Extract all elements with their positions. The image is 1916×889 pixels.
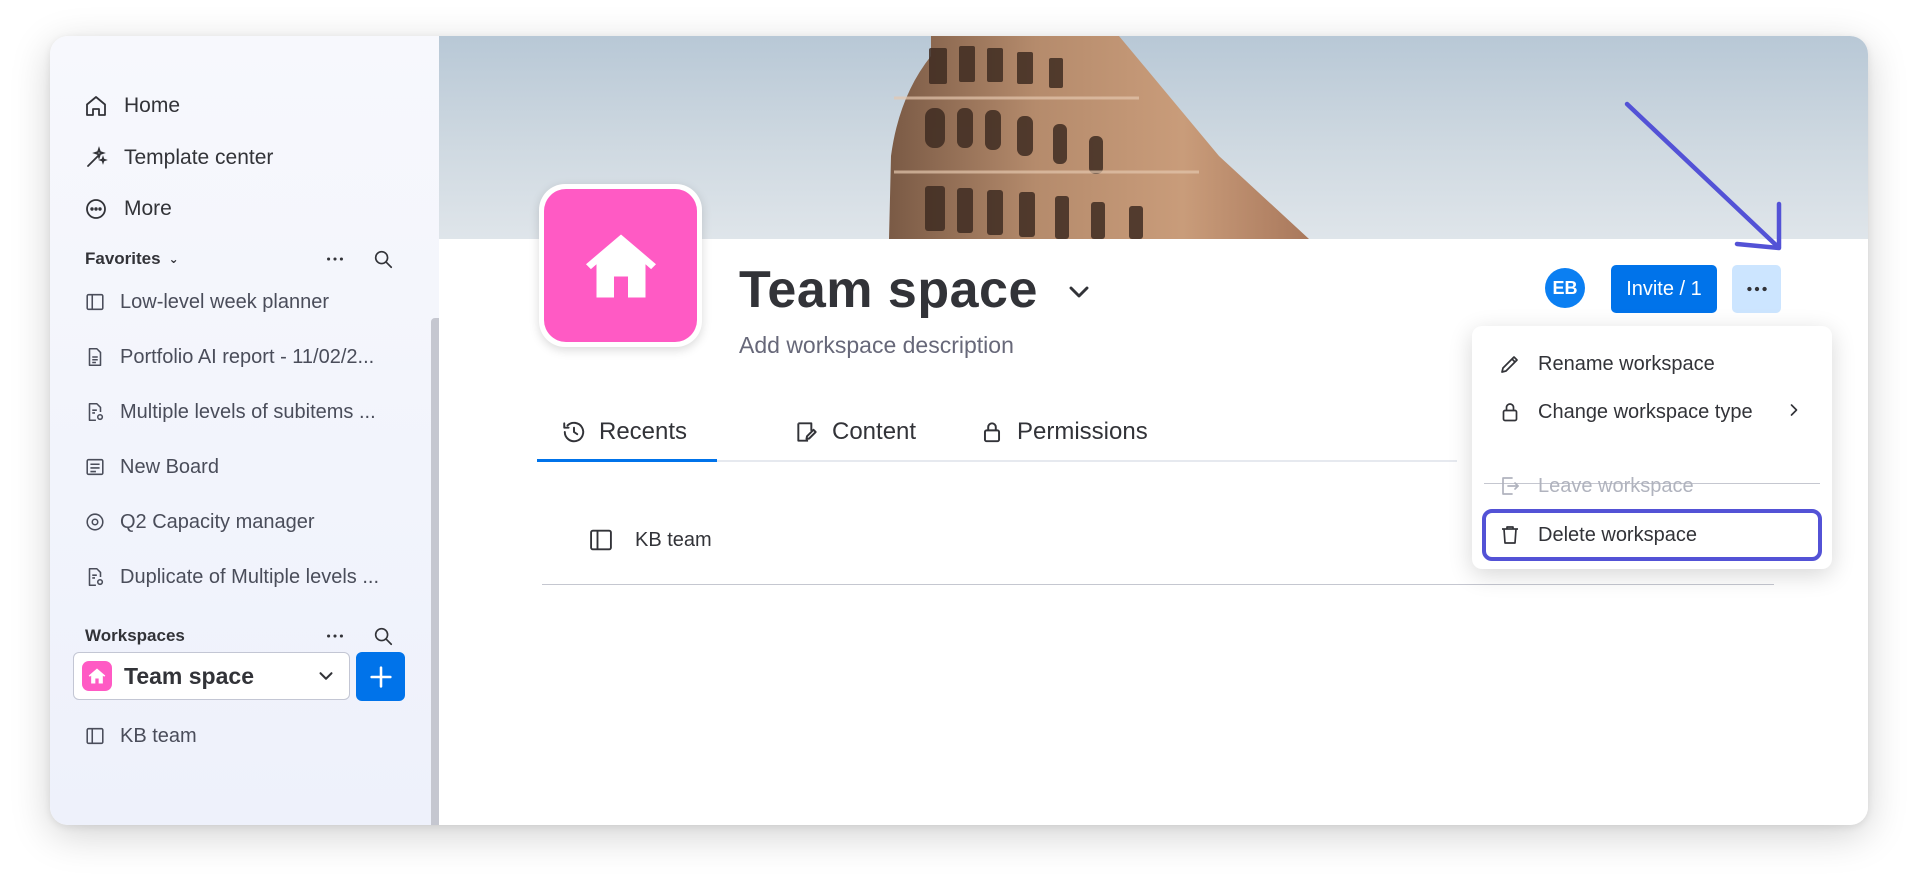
doc-gear-icon: [88, 567, 104, 587]
chevron-down-icon: [319, 672, 333, 680]
exit-icon: [1502, 477, 1519, 495]
home-icon: [86, 96, 106, 116]
list-divider: [542, 584, 1774, 585]
favorite-item[interactable]: Duplicate of Multiple levels ...: [84, 561, 379, 593]
favorite-label: Multiple levels of subitems ...: [120, 400, 376, 423]
favorite-label: Portfolio AI report - 11/02/2...: [120, 345, 375, 368]
tab-permissions[interactable]: Permissions: [979, 410, 1148, 454]
app-window: Home Template center More Favorites ⌄ Lo…: [50, 36, 1868, 825]
rename-workspace-item[interactable]: Rename workspace: [1498, 347, 1715, 381]
ellipsis-icon[interactable]: [324, 625, 346, 647]
menu-item-label: Rename workspace: [1538, 352, 1715, 375]
main-content: Team space Add workspace description EB …: [439, 36, 1868, 825]
favorite-label: New Board: [120, 455, 219, 478]
workspace-board-label: KB team: [120, 724, 197, 747]
workspace-selector[interactable]: Team space: [73, 652, 350, 700]
more-circle-icon: [86, 199, 106, 219]
sidebar-item-home[interactable]: Home: [84, 88, 180, 124]
chevron-down-icon: ⌄: [168, 252, 179, 266]
sidebar-item-label: Home: [124, 94, 181, 117]
board-icon: [590, 529, 612, 551]
tab-label: Permissions: [1017, 418, 1148, 445]
tab-label: Content: [832, 418, 917, 445]
sidebar-item-label: More: [124, 197, 172, 220]
home-icon: [88, 668, 106, 684]
favorites-title: Favorites: [85, 249, 161, 268]
ellipsis-icon[interactable]: [324, 248, 346, 270]
sidebar-item-template-center[interactable]: Template center: [84, 140, 273, 176]
invite-button[interactable]: Invite / 1: [1611, 265, 1717, 313]
workspace-icon[interactable]: [539, 184, 702, 347]
active-tab-indicator: [537, 459, 717, 462]
home-icon: [585, 234, 656, 297]
tab-content[interactable]: Content: [794, 410, 916, 454]
favorite-item[interactable]: Portfolio AI report - 11/02/2...: [84, 341, 374, 373]
pencil-icon: [1501, 356, 1518, 373]
sidebar-item-label: Template center: [124, 146, 274, 169]
board-list-icon: [86, 458, 104, 476]
workspaces-title: Workspaces: [85, 626, 185, 645]
list-item-label: KB team: [635, 528, 712, 551]
template-icon: [87, 146, 108, 167]
workspace-badge: [82, 661, 112, 691]
tab-label: Recents: [599, 418, 688, 445]
plus-icon: [369, 665, 392, 688]
favorite-item[interactable]: Q2 Capacity manager: [84, 506, 315, 538]
list-item[interactable]: KB team: [587, 526, 712, 554]
workspaces-header: Workspaces: [85, 621, 185, 651]
more-options-button[interactable]: [1732, 265, 1781, 313]
leave-workspace-item[interactable]: Leave workspace: [1498, 469, 1694, 503]
sidebar: Home Template center More Favorites ⌄ Lo…: [50, 36, 439, 825]
favorites-header[interactable]: Favorites ⌄: [85, 244, 179, 274]
favorite-item[interactable]: New Board: [84, 451, 219, 483]
favorite-label: Duplicate of Multiple levels ...: [120, 565, 380, 588]
workspace-selector-label: Team space: [124, 662, 254, 689]
favorite-item[interactable]: Low-level week planner: [84, 286, 329, 318]
avatar[interactable]: EB: [1545, 268, 1585, 308]
sidebar-scrollbar[interactable]: [431, 318, 439, 825]
workspace-title[interactable]: Team space: [739, 260, 1038, 320]
workspace-options-menu: Rename workspace Change workspace type L…: [1472, 326, 1832, 569]
search-icon[interactable]: [372, 625, 394, 647]
add-workspace-button[interactable]: [356, 652, 405, 701]
menu-item-label: Change workspace type: [1538, 400, 1753, 423]
tab-recents[interactable]: Recents: [561, 410, 687, 454]
favorite-item[interactable]: Multiple levels of subitems ...: [84, 396, 376, 428]
search-icon[interactable]: [372, 248, 394, 270]
favorite-label: Low-level week planner: [120, 290, 330, 313]
favorite-label: Q2 Capacity manager: [120, 510, 315, 533]
workspace-description[interactable]: Add workspace description: [739, 332, 1014, 359]
favorites-tools: [324, 244, 394, 274]
workspace-board-item[interactable]: KB team: [84, 720, 197, 752]
board-icon: [86, 727, 104, 745]
delete-highlight-annotation: [1482, 509, 1822, 561]
doc-icon: [88, 347, 102, 367]
lock-icon: [983, 422, 1001, 443]
ellipsis-icon: [1746, 286, 1767, 292]
chevron-down-icon[interactable]: [1063, 276, 1095, 308]
content-icon: [797, 422, 817, 442]
target-icon: [86, 513, 104, 531]
sidebar-item-more[interactable]: More: [84, 191, 172, 227]
workspace-icon-fill: [544, 189, 697, 342]
doc-gear-icon: [88, 402, 104, 422]
menu-item-label: Leave workspace: [1538, 474, 1694, 497]
board-icon: [86, 293, 104, 311]
lock-icon: [1502, 403, 1518, 422]
chevron-right-icon: [1790, 404, 1798, 416]
history-icon: [563, 421, 585, 443]
workspaces-tools: [324, 621, 394, 651]
change-workspace-type-item[interactable]: Change workspace type: [1498, 395, 1753, 429]
